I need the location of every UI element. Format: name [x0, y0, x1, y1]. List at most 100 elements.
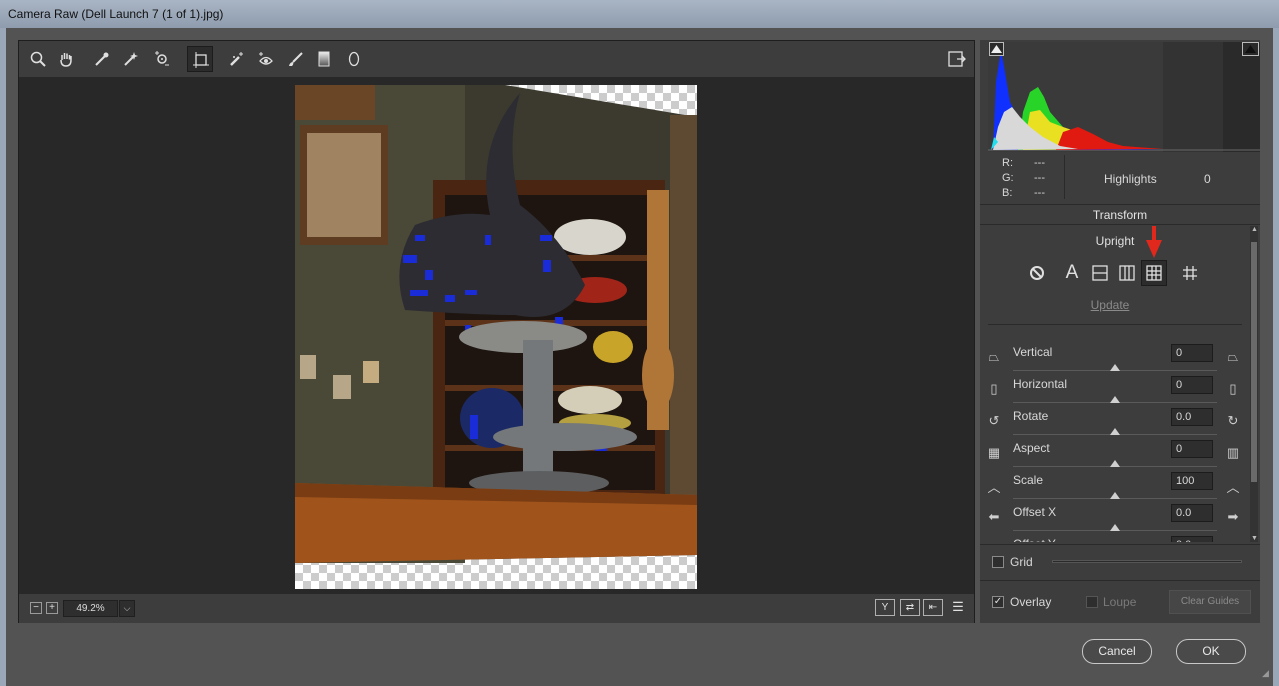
ok-button[interactable]: OK: [1176, 639, 1246, 664]
slider-thumb[interactable]: [1110, 428, 1120, 435]
divider: [988, 324, 1242, 325]
scroll-up-icon[interactable]: ▲: [1251, 226, 1258, 233]
upright-auto-icon[interactable]: A: [1059, 260, 1085, 286]
clear-guides-button[interactable]: Clear Guides: [1169, 590, 1251, 614]
white-balance-icon[interactable]: [89, 46, 115, 72]
zoom-level-field[interactable]: 49.2%: [63, 600, 118, 617]
b-label: B:: [1002, 187, 1013, 199]
update-link[interactable]: Update: [980, 298, 1240, 312]
swap-before-after-button[interactable]: ⇄: [900, 599, 920, 616]
cancel-button[interactable]: Cancel: [1082, 639, 1152, 664]
upright-off-icon[interactable]: [1024, 260, 1050, 286]
grid-label: Grid: [1010, 555, 1033, 569]
slider-thumb[interactable]: [1110, 460, 1120, 467]
red-eye-icon[interactable]: [253, 46, 279, 72]
slider-value-field[interactable]: 0.0: [1171, 536, 1213, 542]
upright-full-icon[interactable]: [1141, 260, 1167, 286]
image-canvas[interactable]: [19, 77, 974, 594]
slider-increase-icon[interactable]: ▯: [1224, 381, 1242, 397]
slider-decrease-icon[interactable]: ▯: [985, 381, 1003, 397]
open-in-fullscreen-icon[interactable]: [943, 46, 969, 72]
slider-increase-icon[interactable]: ➡: [1224, 509, 1242, 525]
zoom-out-button[interactable]: −: [30, 602, 42, 614]
b-value: ---: [1034, 187, 1045, 199]
highlight-clipping-warning-icon[interactable]: [1242, 42, 1259, 56]
view-settings-button[interactable]: ☰: [948, 599, 968, 616]
preview-bottom-bar: − + 49.2% ⌵ Y ⇄ ⇤ ☰: [19, 594, 974, 623]
upright-level-icon[interactable]: [1087, 260, 1113, 286]
grid-checkbox[interactable]: [992, 556, 1004, 568]
r-value: ---: [1034, 157, 1045, 169]
slider-row: ⏢ Vertical 0 ⏢: [980, 344, 1250, 376]
rgb-readout: R: --- G: --- B: --- Highlights 0: [980, 153, 1260, 205]
zoom-in-button[interactable]: +: [46, 602, 58, 614]
graduated-filter-icon[interactable]: [311, 46, 337, 72]
slider-row: ⬅ Offset X 0.0 ➡: [980, 504, 1250, 536]
zoom-dropdown-chevron-icon[interactable]: ⌵: [119, 600, 135, 617]
overlay-label: Overlay: [1010, 595, 1052, 609]
slider-decrease-icon[interactable]: ︿: [985, 477, 1003, 496]
slider-row: ▦ Aspect 0 ▥: [980, 440, 1250, 472]
slider-decrease-icon[interactable]: ⬅: [985, 509, 1003, 525]
slider-increase-icon[interactable]: ⏢: [1224, 349, 1242, 365]
hand-icon[interactable]: [53, 46, 79, 72]
scroll-down-icon[interactable]: ▼: [1251, 535, 1258, 542]
slider-value-field[interactable]: 0: [1171, 376, 1213, 394]
panel-scrollbar[interactable]: ▲ ▼: [1250, 226, 1258, 542]
overlay-checkbox[interactable]: ✓: [992, 596, 1004, 608]
upright-guided-icon[interactable]: [1177, 260, 1203, 286]
g-label: G:: [1002, 172, 1014, 184]
upright-vertical-icon[interactable]: [1114, 260, 1140, 286]
zoom-icon[interactable]: [25, 46, 51, 72]
adjustment-brush-icon[interactable]: [283, 46, 309, 72]
slider-row: ↺ Rotate 0.0 ↻: [980, 408, 1250, 440]
scroll-thumb[interactable]: [1251, 242, 1257, 482]
slider-value-field[interactable]: 0: [1171, 440, 1213, 458]
shadow-clipping-warning-icon[interactable]: [989, 42, 1004, 56]
grid-size-slider[interactable]: [1052, 560, 1242, 563]
copy-after-to-before-button[interactable]: ⇤: [923, 599, 943, 616]
adjustments-panel: R: --- G: --- B: --- Highlights 0 Transf…: [980, 40, 1260, 623]
slider-label: Scale: [1013, 473, 1044, 487]
slider-thumb[interactable]: [1110, 364, 1120, 371]
slider-row: ↕ Offset Y 0.0 ↕: [980, 536, 1250, 542]
slider-value-field[interactable]: 0: [1171, 344, 1213, 362]
divider: [980, 580, 1260, 581]
slider-decrease-icon[interactable]: ↺: [985, 413, 1003, 429]
histogram: [988, 42, 1260, 152]
slider-label: Rotate: [1013, 409, 1049, 423]
red-annotation-arrow-icon: [1146, 226, 1162, 258]
slider-increase-icon[interactable]: ︿: [1224, 477, 1242, 496]
slider-increase-icon[interactable]: ↻: [1224, 413, 1242, 429]
slider-row: ▯ Horizontal 0 ▯: [980, 376, 1250, 408]
slider-label: Offset X: [1013, 505, 1057, 519]
clip-value: 0: [1204, 172, 1211, 186]
spot-removal-icon[interactable]: [224, 46, 250, 72]
slider-label: Offset Y: [1013, 537, 1056, 542]
slider-value-field[interactable]: 100: [1171, 472, 1213, 490]
slider-decrease-icon[interactable]: ▦: [985, 445, 1003, 461]
slider-thumb[interactable]: [1110, 396, 1120, 403]
color-sampler-icon[interactable]: [118, 46, 144, 72]
slider-label: Aspect: [1013, 441, 1050, 455]
slider-thumb[interactable]: [1110, 492, 1120, 499]
resize-grip-icon[interactable]: ◢: [1262, 668, 1269, 679]
radial-filter-icon[interactable]: [341, 46, 367, 72]
slider-value-field[interactable]: 0.0: [1171, 408, 1213, 426]
before-after-view-button[interactable]: Y: [875, 599, 895, 616]
slider-label: Vertical: [1013, 345, 1053, 359]
slider-decrease-icon[interactable]: ↕: [985, 541, 1003, 542]
slider-thumb[interactable]: [1110, 524, 1120, 531]
loupe-checkbox[interactable]: [1086, 596, 1098, 608]
photo-preview[interactable]: [295, 85, 697, 589]
divider: [980, 544, 1260, 545]
slider-value-field[interactable]: 0.0: [1171, 504, 1213, 522]
transform-icon[interactable]: [187, 46, 213, 72]
g-value: ---: [1034, 172, 1045, 184]
readout-divider: [1064, 155, 1065, 199]
window-titlebar: Camera Raw (Dell Launch 7 (1 of 1).jpg): [0, 0, 1279, 28]
slider-increase-icon[interactable]: ▥: [1224, 445, 1242, 461]
slider-increase-icon[interactable]: ↕: [1224, 541, 1242, 542]
slider-decrease-icon[interactable]: ⏢: [985, 349, 1003, 365]
targeted-adjustment-icon[interactable]: [149, 46, 175, 72]
